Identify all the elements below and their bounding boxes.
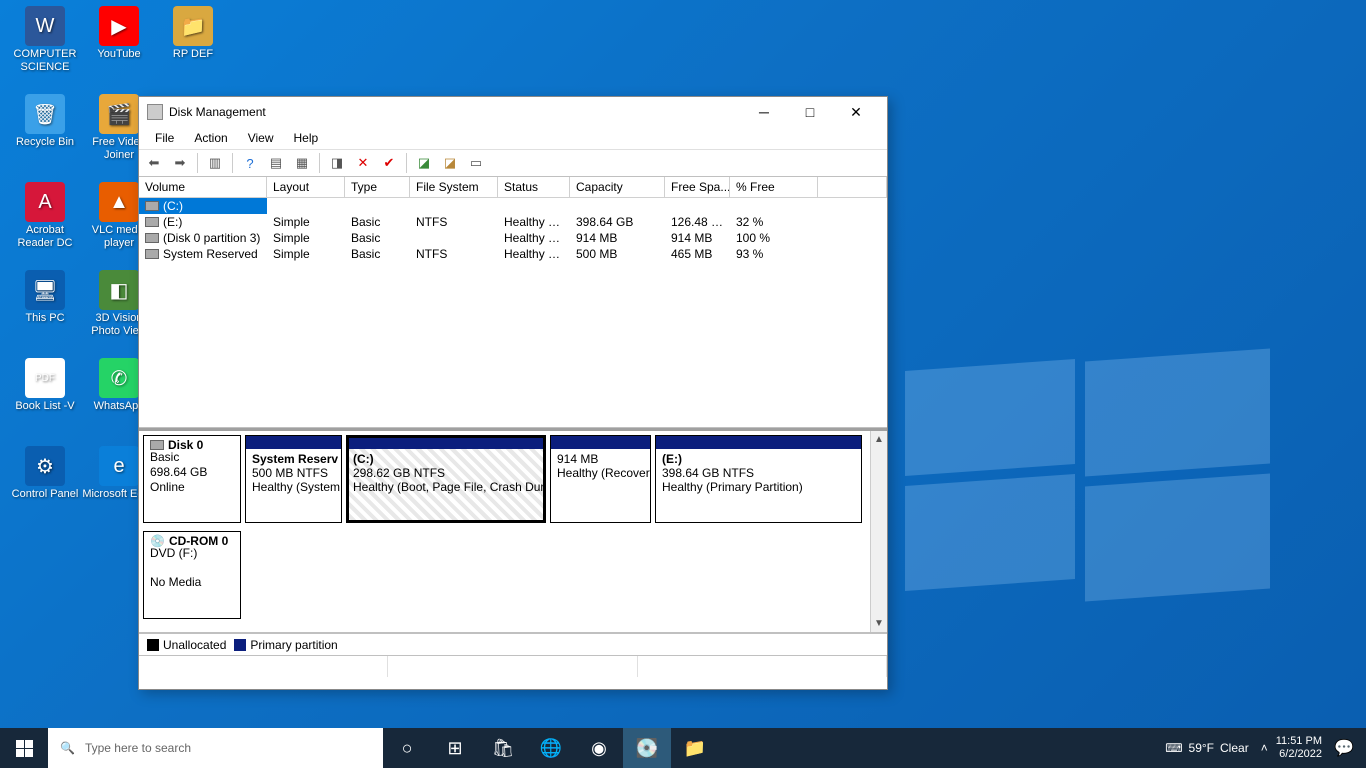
- disk-icon: [150, 440, 164, 450]
- action-icon-2[interactable]: ◪: [439, 152, 461, 174]
- legend: Unallocated Primary partition: [139, 633, 887, 655]
- partition[interactable]: (C:)298.62 GB NTFSHealthy (Boot, Page Fi…: [346, 435, 546, 523]
- start-button[interactable]: [0, 728, 48, 768]
- volume-icon: [145, 201, 159, 211]
- volume-row[interactable]: (Disk 0 partition 3)SimpleBasicHealthy (…: [139, 230, 887, 246]
- help-icon[interactable]: ?: [239, 152, 261, 174]
- forward-button[interactable]: ➡: [169, 152, 191, 174]
- desktop-icon-youtube[interactable]: ▶YouTube: [82, 6, 156, 61]
- close-button[interactable]: ✕: [833, 97, 879, 127]
- volume-list[interactable]: VolumeLayoutTypeFile SystemStatusCapacit…: [139, 177, 887, 428]
- system-tray: ⌨ 59°F Clear ˄ 11:51 PM 6/2/2022 💬: [1165, 728, 1366, 768]
- legend-unallocated: Unallocated: [147, 638, 226, 652]
- desktop-icon-this-pc[interactable]: 🖥This PC: [8, 270, 82, 325]
- back-button[interactable]: ⬅: [143, 152, 165, 174]
- cortana-icon[interactable]: ○: [383, 728, 431, 768]
- desktop-icon-control-panel[interactable]: ⚙Control Panel: [8, 446, 82, 501]
- keyboard-icon: ⌨: [1165, 741, 1182, 755]
- disk-graphical-view: Disk 0 Basic 698.64 GB Online System Res…: [139, 428, 887, 633]
- delete-icon[interactable]: ✕: [352, 152, 374, 174]
- taskbar-search[interactable]: 🔍 Type here to search: [48, 728, 383, 768]
- desktop-icon-recycle-bin[interactable]: 🗑Recycle Bin: [8, 94, 82, 149]
- search-icon: 🔍: [60, 741, 75, 755]
- column-header-layout[interactable]: Layout: [267, 177, 345, 197]
- legend-primary-partition: Primary partition: [234, 638, 337, 652]
- volume-row[interactable]: (C:)SimpleBasicNTFSHealthy (B...298.62 G…: [139, 198, 887, 214]
- chrome-icon[interactable]: ◉: [575, 728, 623, 768]
- view-bottom-icon[interactable]: ▦: [291, 152, 313, 174]
- graphical-scrollbar[interactable]: ▲ ▼: [870, 431, 887, 632]
- app-icon: [147, 104, 163, 120]
- volume-list-header[interactable]: VolumeLayoutTypeFile SystemStatusCapacit…: [139, 177, 887, 198]
- properties-icon[interactable]: ▭: [465, 152, 487, 174]
- toolbar: ⬅ ➡ ▥ ? ▤ ▦ ◨ ✕ ✔ ◪ ◪ ▭: [139, 149, 887, 177]
- cdrom-label[interactable]: 💿CD-ROM 0 DVD (F:) No Media: [143, 531, 241, 619]
- minimize-button[interactable]: ─: [741, 97, 787, 127]
- volume-icon: [145, 217, 159, 227]
- menubar: FileActionViewHelp: [139, 127, 887, 149]
- scroll-up-arrow[interactable]: ▲: [871, 431, 887, 448]
- column-header-status[interactable]: Status: [498, 177, 570, 197]
- column-header-free-spa-[interactable]: Free Spa...: [665, 177, 730, 197]
- desktop-icon-acrobat-reader-dc[interactable]: AAcrobat Reader DC: [8, 182, 82, 250]
- desktop-icon-computer-science[interactable]: WCOMPUTER SCIENCE: [8, 6, 82, 74]
- statusbar: [139, 655, 887, 677]
- taskbar: 🔍 Type here to search ○ ⊞ 🛍 🌐 ◉ 💽 📁 ⌨ 59…: [0, 728, 1366, 768]
- disk-0-row: Disk 0 Basic 698.64 GB Online System Res…: [139, 431, 887, 527]
- taskbar-apps: ○ ⊞ 🛍 🌐 ◉ 💽 📁: [383, 728, 719, 768]
- column-header-type[interactable]: Type: [345, 177, 410, 197]
- scroll-down-arrow[interactable]: ▼: [871, 615, 887, 632]
- column-header-capacity[interactable]: Capacity: [570, 177, 665, 197]
- column-header-file-system[interactable]: File System: [410, 177, 498, 197]
- menu-help[interactable]: Help: [284, 129, 329, 147]
- menu-action[interactable]: Action: [184, 129, 237, 147]
- edge-icon[interactable]: 🌐: [527, 728, 575, 768]
- window-title: Disk Management: [169, 105, 741, 119]
- disk-0-partitions: System Reserv500 MB NTFSHealthy (System(…: [245, 435, 883, 523]
- tray-overflow-chevron[interactable]: ˄: [1261, 741, 1268, 755]
- disk-0-label[interactable]: Disk 0 Basic 698.64 GB Online: [143, 435, 241, 523]
- column-header--free[interactable]: % Free: [730, 177, 818, 197]
- settings-icon[interactable]: ◨: [326, 152, 348, 174]
- partition[interactable]: 914 MBHealthy (Recovery: [550, 435, 651, 523]
- partition[interactable]: System Reserv500 MB NTFSHealthy (System: [245, 435, 342, 523]
- disk-management-taskbar-icon[interactable]: 💽: [623, 728, 671, 768]
- desktop-icon-book-list-v[interactable]: PDFBook List -V: [8, 358, 82, 413]
- maximize-button[interactable]: □: [787, 97, 833, 127]
- menu-view[interactable]: View: [238, 129, 284, 147]
- volume-icon: [145, 233, 159, 243]
- titlebar[interactable]: Disk Management ─ □ ✕: [139, 97, 887, 127]
- file-explorer-icon[interactable]: 📁: [671, 728, 719, 768]
- volume-list-body[interactable]: (C:)SimpleBasicNTFSHealthy (B...298.62 G…: [139, 198, 887, 262]
- desktop-icon-rp-def[interactable]: 📁RP DEF: [156, 6, 230, 61]
- volume-row[interactable]: System ReservedSimpleBasicNTFSHealthy (S…: [139, 246, 887, 262]
- weather-widget[interactable]: ⌨ 59°F Clear: [1165, 741, 1249, 755]
- volume-list-empty-area: [139, 262, 887, 427]
- taskbar-clock[interactable]: 11:51 PM 6/2/2022: [1276, 735, 1322, 761]
- view-top-icon[interactable]: ▤: [265, 152, 287, 174]
- disk-management-window: Disk Management ─ □ ✕ FileActionViewHelp…: [138, 96, 888, 690]
- volume-icon: [145, 249, 159, 259]
- cdrom-row: 💿CD-ROM 0 DVD (F:) No Media: [139, 527, 887, 623]
- microsoft-store-icon[interactable]: 🛍: [479, 728, 527, 768]
- volume-row[interactable]: (E:)SimpleBasicNTFSHealthy (P...398.64 G…: [139, 214, 887, 230]
- task-view-icon[interactable]: ⊞: [431, 728, 479, 768]
- notifications-icon[interactable]: 💬: [1330, 738, 1358, 758]
- menu-file[interactable]: File: [145, 129, 184, 147]
- column-header-volume[interactable]: Volume: [139, 177, 267, 197]
- search-placeholder: Type here to search: [85, 741, 191, 755]
- check-icon[interactable]: ✔: [378, 152, 400, 174]
- action-icon-1[interactable]: ◪: [413, 152, 435, 174]
- show-hide-tree-icon[interactable]: ▥: [204, 152, 226, 174]
- partition[interactable]: (E:)398.64 GB NTFSHealthy (Primary Parti…: [655, 435, 862, 523]
